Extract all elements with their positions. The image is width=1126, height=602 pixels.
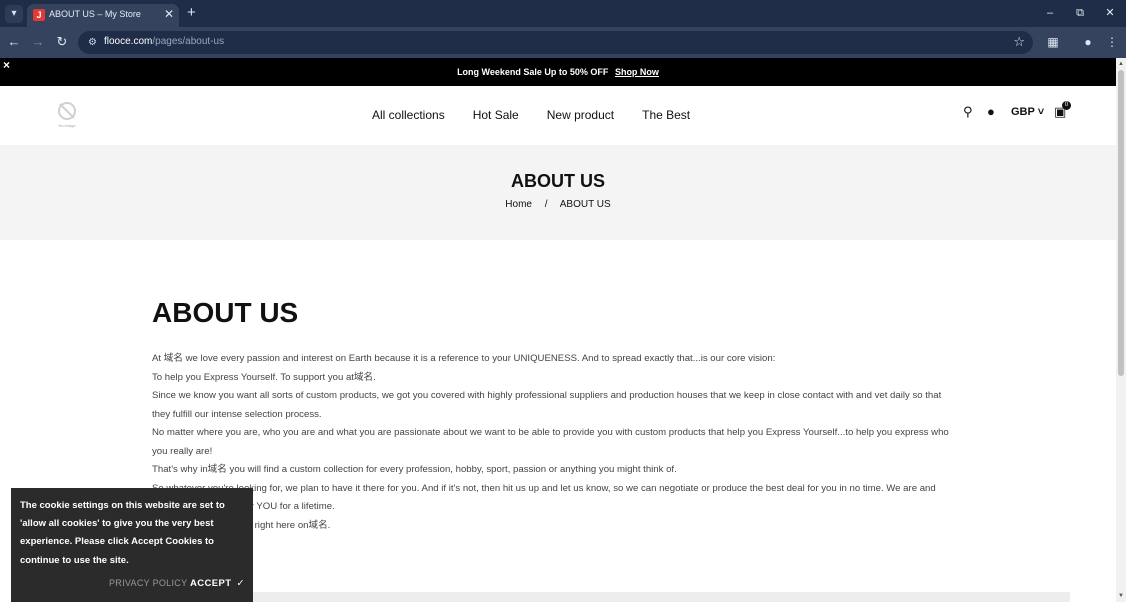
footer-top-strip	[152, 592, 1070, 602]
breadcrumb: Home / ABOUT US	[0, 199, 1116, 210]
currency-code: GBP	[1011, 106, 1035, 118]
breadcrumb-current: ABOUT US	[559, 199, 611, 210]
nav-hot-sale[interactable]: Hot Sale	[473, 108, 519, 122]
nav-new-product[interactable]: New product	[547, 108, 614, 122]
about-paragraph-line: So whatever you're looking for, we plan …	[152, 482, 936, 494]
scroll-up-arrow-icon[interactable]: ▲	[1117, 60, 1125, 68]
page-title: ABOUT US	[152, 297, 299, 328]
about-paragraph-line: That's why in域名 you will find a custom c…	[152, 464, 677, 475]
logo-caption: No image	[58, 123, 76, 128]
window-restore-icon[interactable]: ⧉	[1072, 5, 1088, 21]
cart-count-badge: 0	[1062, 101, 1071, 110]
tab-close-icon[interactable]: ✕	[164, 7, 174, 21]
url-path: /pages/about-us	[152, 36, 225, 47]
currency-selector[interactable]: GBP ˅	[1011, 106, 1044, 118]
store-logo[interactable]: No image	[55, 102, 79, 130]
reload-icon[interactable]: ↻	[54, 34, 70, 50]
about-paragraph-line: Whatever you need, it's right here on域名.	[152, 519, 331, 531]
accept-label: ACCEPT	[190, 578, 232, 589]
hero-title: ABOUT US	[511, 171, 605, 191]
announcement-text-row: Long Weekend Sale Up to 50% OFF Shop Now	[0, 67, 1116, 77]
about-paragraph-line: To help you Express Yourself. To support…	[152, 371, 376, 383]
accept-cookies-button[interactable]: ACCEPT ✓	[190, 578, 245, 589]
url-text[interactable]: flooce.com/pages/about-us	[104, 36, 224, 47]
profile-avatar-icon[interactable]: ●	[1080, 34, 1096, 50]
scrollbar-thumb[interactable]	[1118, 70, 1124, 376]
breadcrumb-home-link[interactable]: Home	[505, 199, 532, 210]
url-host: flooce.com	[104, 36, 153, 47]
tab-search-icon[interactable]: ▾	[5, 5, 23, 23]
new-tab-plus-icon[interactable]: +	[187, 4, 196, 22]
site-info-tune-icon[interactable]: ⚙	[86, 36, 99, 49]
about-paragraph-line: they fulfill our intense selection proce…	[152, 408, 322, 420]
browser-menu-kebab-icon[interactable]: ⋮	[1104, 34, 1120, 50]
nav-all-collections[interactable]: All collections	[372, 108, 445, 122]
announcement-bar: × Long Weekend Sale Up to 50% OFF Shop N…	[0, 58, 1116, 86]
bookmark-star-icon[interactable]: ☆	[1013, 34, 1025, 50]
about-paragraph-line: would like to be here for YOU for a life…	[152, 501, 335, 512]
announcement-message: Long Weekend Sale Up to 50% OFF	[457, 67, 609, 77]
cookie-consent-banner: The cookie settings on this website are …	[11, 488, 253, 602]
browser-tab-bar: ▾ J ABOUT US – My Store ✕ + – ⧉ ✕	[0, 0, 1126, 27]
window-close-icon[interactable]: ✕	[1102, 5, 1118, 21]
about-paragraph-line: Since we know you want all sorts of cust…	[152, 390, 942, 401]
about-paragraph-line: At 域名 we love every passion and interest…	[152, 353, 776, 364]
page-scrollbar[interactable]: ▲ ▼	[1116, 58, 1126, 602]
extensions-puzzle-icon[interactable]: ▦	[1045, 34, 1061, 50]
about-content: ABOUT US At 域名 we love every passion and…	[152, 296, 962, 535]
search-icon[interactable]: ⚲	[963, 104, 973, 120]
breadcrumb-separator: /	[544, 199, 548, 210]
privacy-policy-link[interactable]: PRIVACY POLICY	[109, 578, 187, 588]
checkmark-icon: ✓	[236, 578, 245, 589]
page-hero-banner: ABOUT US Home / ABOUT US	[0, 145, 1116, 240]
site-header: No image All collections Hot Sale New pr…	[0, 86, 1116, 145]
scroll-down-arrow-icon[interactable]: ▼	[1117, 592, 1125, 600]
about-paragraph-line: you really are!	[152, 445, 213, 457]
about-text-body: At 域名 we love every passion and interest…	[152, 350, 962, 535]
browser-toolbar: ← → ↻ ⚙ flooce.com/pages/about-us ☆ ▦ ● …	[0, 27, 1126, 58]
site-favicon-icon: J	[33, 9, 45, 21]
back-arrow-icon[interactable]: ←	[6, 34, 22, 50]
address-bar[interactable]: ⚙ flooce.com/pages/about-us ☆	[78, 31, 1033, 54]
cookie-message: The cookie settings on this website are …	[20, 500, 225, 566]
browser-tab-active[interactable]: J ABOUT US – My Store ✕	[27, 4, 179, 27]
shop-now-link[interactable]: Shop Now	[615, 67, 659, 77]
forward-arrow-icon[interactable]: →	[30, 34, 46, 50]
chevron-down-icon: ˅	[1037, 106, 1045, 118]
window-minimize-icon[interactable]: –	[1042, 5, 1058, 21]
main-navigation: All collections Hot Sale New product The…	[372, 108, 690, 122]
tab-title: ABOUT US – My Store	[49, 9, 141, 19]
about-paragraph-line: No matter where you are, who you are and…	[152, 427, 949, 438]
nav-the-best[interactable]: The Best	[642, 108, 690, 122]
account-user-icon[interactable]: ●	[987, 104, 995, 120]
web-page: × Long Weekend Sale Up to 50% OFF Shop N…	[0, 58, 1116, 602]
